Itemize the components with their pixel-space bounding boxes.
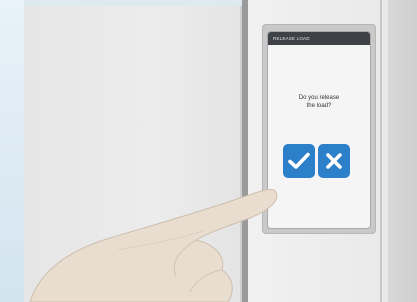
photo-scene: RELEASE LOAD Do you release the load? <box>0 0 417 302</box>
gloved-hand <box>29 189 278 302</box>
